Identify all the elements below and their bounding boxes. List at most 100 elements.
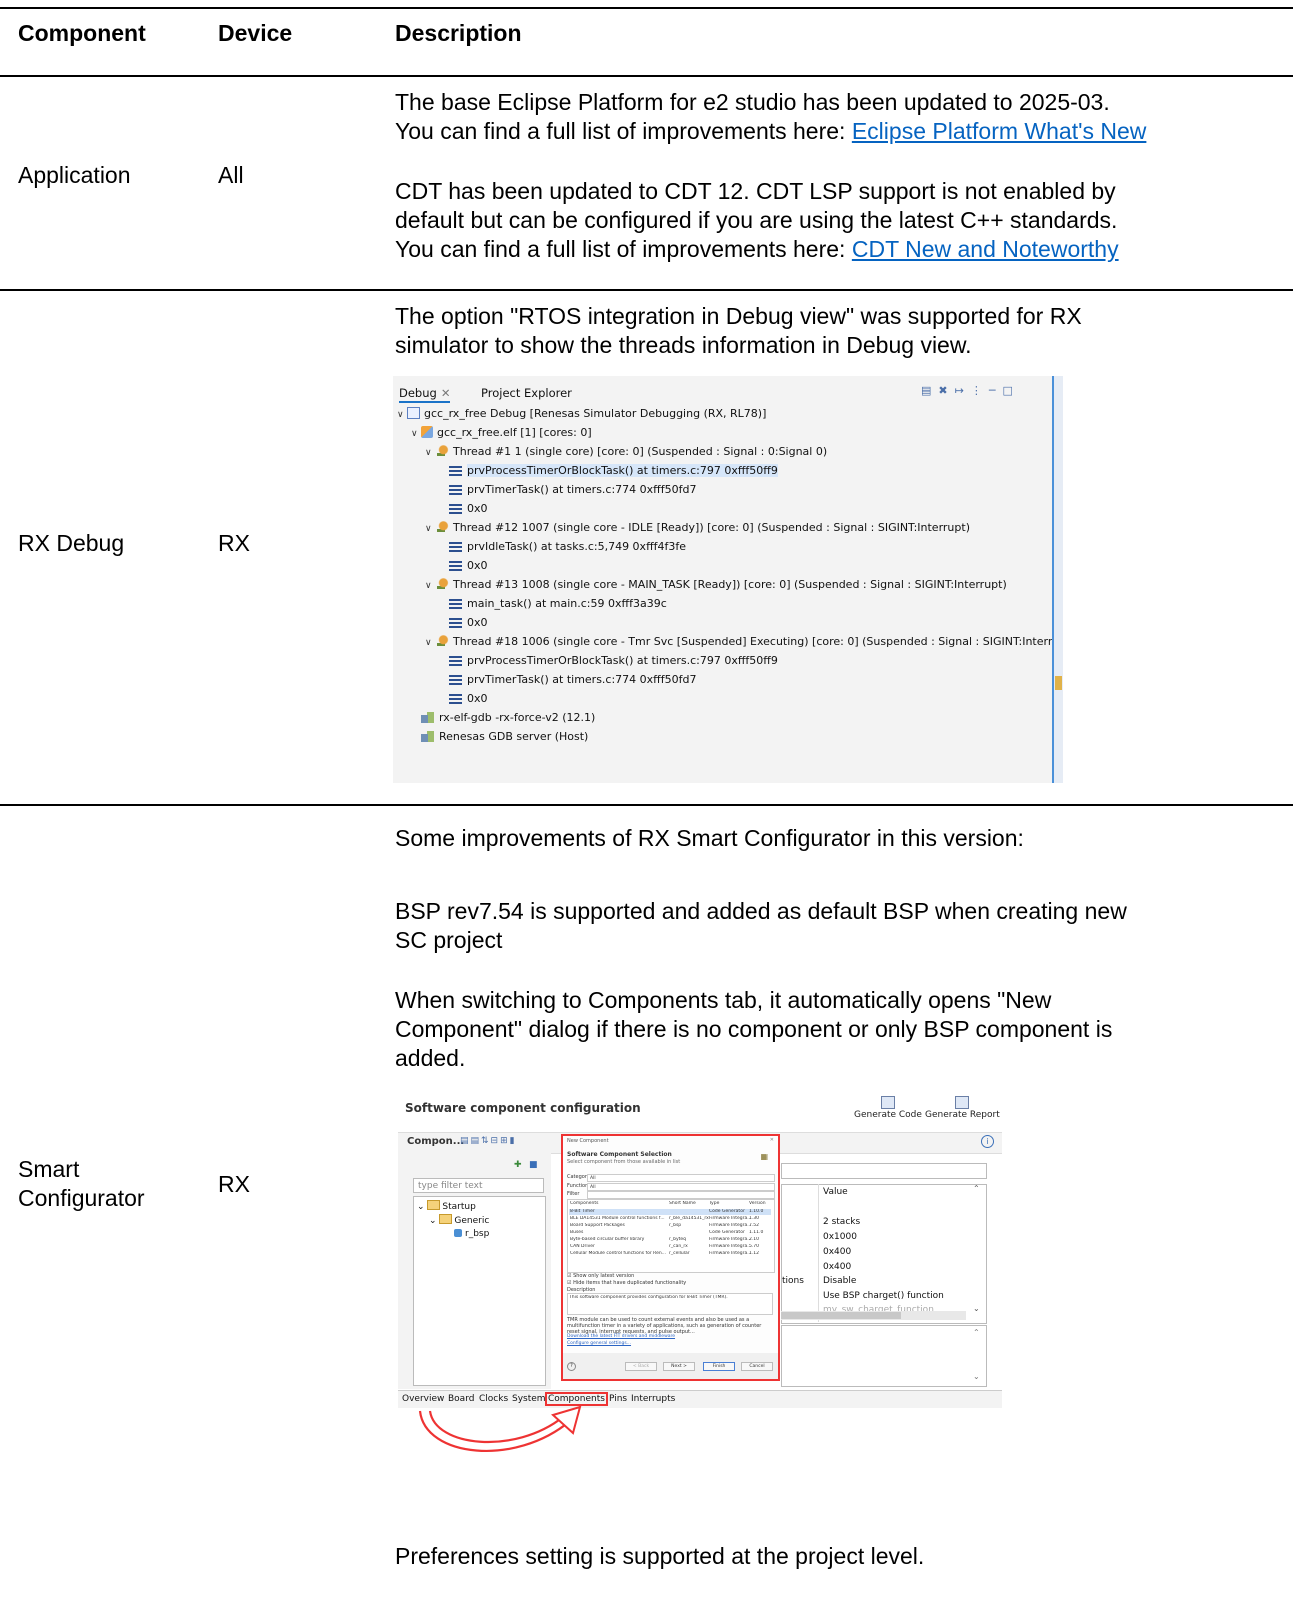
component-list-row[interactable]: CAN Driver r_can_rx Firmware Integra... 5.7… (569, 1244, 771, 1250)
debug-tree-row[interactable]: prvProcessTimerOrBlockTask() at timers.c… (439, 651, 778, 670)
value-cell[interactable]: 0x400 (823, 1247, 851, 1257)
collapse-all-icon[interactable]: ▤ (921, 384, 931, 397)
finish-button[interactable]: Finish (703, 1362, 735, 1371)
chevron-down-icon[interactable]: ∨ (425, 577, 435, 596)
cancel-button[interactable]: Cancel (741, 1362, 773, 1371)
component-list-cell: Firmware Integra... (709, 1216, 752, 1221)
value-cell[interactable]: 0x400 (823, 1262, 851, 1272)
hide-duplicates-checkbox[interactable]: ☑ Hide items that have duplicated functi… (567, 1280, 686, 1286)
component-list-row[interactable]: Cellular Module control functions for Re… (569, 1251, 771, 1257)
tree-item-r-bsp[interactable]: r_bsp (454, 1229, 489, 1239)
maximize-icon[interactable]: □ (1002, 384, 1012, 397)
values-horizontal-scrollbar[interactable] (781, 1311, 966, 1320)
tab-overview[interactable]: Overview (402, 1394, 444, 1404)
close-icon[interactable]: ✕ (441, 386, 451, 400)
debug-tree-row[interactable]: 0x0 (439, 499, 488, 518)
row-application-device: All (218, 162, 244, 188)
debug-tree-row[interactable]: 0x0 (439, 613, 488, 632)
dialog-close-icon[interactable]: ✕ (770, 1137, 774, 1143)
tab-interrupts[interactable]: Interrupts (631, 1394, 675, 1404)
debug-tree-row[interactable]: rx-elf-gdb -rx-force-v2 (12.1) (411, 708, 595, 727)
debug-tree-row[interactable]: ∨ Thread #1 1 (single core) [core: 0] (Su… (425, 442, 827, 461)
generate-code-button[interactable]: Generate Code (854, 1096, 922, 1120)
component-list-row[interactable]: 8-Bit Timer Code Generator 1.10.0 (569, 1209, 771, 1215)
remove-component-icon[interactable]: ■ (529, 1160, 538, 1170)
scroll-up-icon[interactable]: ⌃ (973, 1328, 980, 1337)
sc-title: Software component configuration (405, 1101, 641, 1115)
component-list-row[interactable]: Board Support Packages r_bsp Firmware Inte… (569, 1223, 771, 1229)
help-icon[interactable]: ? (567, 1362, 576, 1371)
debug-tree-row[interactable]: 0x0 (439, 556, 488, 575)
component-list-cell: 8-Bit Timer (570, 1209, 595, 1214)
debug-tree-row[interactable]: prvTimerTask() at timers.c:774 0xfff50fd… (439, 670, 697, 689)
step-icon[interactable]: ↦ (955, 384, 964, 397)
chevron-down-icon[interactable]: ∨ (425, 520, 435, 539)
debug-tree-row[interactable]: ∨ gcc_rx_free Debug [Renesas Simulator De… (397, 404, 766, 423)
debug-tree-row[interactable]: ∨ gcc_rx_free.elf [1] [cores: 0] (411, 423, 592, 442)
tab-components[interactable]: Components (545, 1392, 608, 1406)
add-component-icon[interactable]: ✚ (514, 1160, 522, 1170)
scroll-down-icon[interactable]: ⌄ (973, 1304, 980, 1313)
scroll-down-icon[interactable]: ⌄ (973, 1372, 980, 1381)
chevron-down-icon[interactable]: ∨ (425, 634, 435, 653)
tab-debug[interactable]: Debug ✕ (399, 386, 451, 403)
config-text-field[interactable] (781, 1163, 987, 1179)
info-icon[interactable]: i (981, 1135, 994, 1148)
function-select[interactable]: All (587, 1183, 775, 1191)
tab-project-explorer[interactable]: Project Explorer (481, 386, 572, 400)
grid-header-cell: Version (749, 1201, 766, 1206)
component-list-row[interactable]: Byte-based circular buffer library r_byte… (569, 1237, 771, 1243)
cdt-new-noteworthy-link[interactable]: CDT New and Noteworthy (852, 236, 1119, 262)
chevron-down-icon[interactable]: ∨ (411, 425, 421, 444)
tree-item-startup[interactable]: ⌄ Startup (417, 1200, 476, 1212)
right-edge-scrollbar[interactable] (1052, 376, 1063, 783)
dialog-subheading: Select component from those available in… (567, 1159, 681, 1165)
eclipse-whats-new-link[interactable]: Eclipse Platform What's New (852, 118, 1147, 144)
tab-board[interactable]: Board (448, 1394, 474, 1404)
value-cell[interactable]: Use BSP charget() function (823, 1291, 944, 1301)
component-filter-input[interactable]: type filter text (413, 1178, 544, 1193)
value-cell[interactable]: Disable (823, 1276, 856, 1286)
chevron-down-icon[interactable]: ∨ (425, 444, 435, 463)
generate-report-button[interactable]: Generate Report (925, 1096, 1000, 1120)
debug-tree-row[interactable]: Renesas GDB server (Host) (411, 727, 588, 746)
debug-tree-row[interactable]: ∨ Thread #18 1006 (single core - Tmr Svc … (425, 632, 1063, 651)
arrow-head (551, 1405, 582, 1435)
component-toolbar-icons[interactable]: ▤▤⇅⊟⊞▮ (460, 1136, 517, 1146)
scroll-up-icon[interactable]: ⌃ (973, 1184, 980, 1193)
download-fit-link[interactable]: Download the latest FIT drivers and midd… (567, 1334, 675, 1339)
scroll-thumb[interactable] (781, 1312, 901, 1319)
debug-tree-row[interactable]: prvTimerTask() at timers.c:774 0xfff50fd… (439, 480, 697, 499)
value-cell[interactable]: 2 stacks (823, 1217, 860, 1227)
component-list-row[interactable]: Buses Code Generator 1.11.0 (569, 1230, 771, 1236)
configure-settings-link[interactable]: Configure general settings... (567, 1341, 631, 1346)
debug-tree-row[interactable]: prvIdleTask() at tasks.c:5,749 0xfff4f3f… (439, 537, 686, 556)
debug-tree-row[interactable]: ∨ Thread #12 1007 (single core - IDLE [Re… (425, 518, 970, 537)
tree-item-generic[interactable]: ⌄ Generic (429, 1214, 489, 1226)
view-menu-icon[interactable]: ⋮ (971, 384, 982, 397)
app-desc-line: default but can be configured if you are… (395, 207, 1118, 233)
chevron-down-icon[interactable]: ∨ (397, 406, 407, 425)
debug-tree-row[interactable]: main_task() at main.c:59 0xfff3a39c (439, 594, 667, 613)
component-list-cell: Buses (570, 1230, 584, 1235)
tab-clocks[interactable]: Clocks (479, 1394, 508, 1404)
minimize-icon[interactable]: ─ (989, 384, 996, 397)
header-component: Component (18, 20, 146, 46)
app-desc-text: You can find a full list of improvements… (395, 236, 852, 262)
next-button[interactable]: Next > (663, 1362, 695, 1371)
category-select[interactable]: All (587, 1174, 775, 1182)
tab-system[interactable]: System (512, 1394, 546, 1404)
back-button[interactable]: < Back (625, 1362, 657, 1371)
latest-version-checkbox[interactable]: ☑ Show only latest version (567, 1273, 634, 1279)
filter-input[interactable] (587, 1191, 775, 1199)
remove-terminated-icon[interactable]: ✖ (938, 384, 947, 397)
scroll-thumb[interactable] (1055, 676, 1062, 690)
debug-tree-row[interactable]: ∨ Thread #13 1008 (single core - MAIN_TAS… (425, 575, 1007, 594)
value-cell[interactable]: 0x1000 (823, 1232, 857, 1242)
debug-tree-row[interactable]: 0x0 (439, 689, 488, 708)
tab-pins[interactable]: Pins (609, 1394, 627, 1404)
debug-tree-row[interactable]: prvProcessTimerOrBlockTask() at timers.c… (439, 461, 778, 480)
row-sc-component-line2: Configurator (18, 1185, 145, 1211)
component-list-row[interactable]: BLE DA14531 Module control functions f..… (569, 1216, 771, 1222)
sc-desc-line: Some improvements of RX Smart Configurat… (395, 825, 1024, 851)
